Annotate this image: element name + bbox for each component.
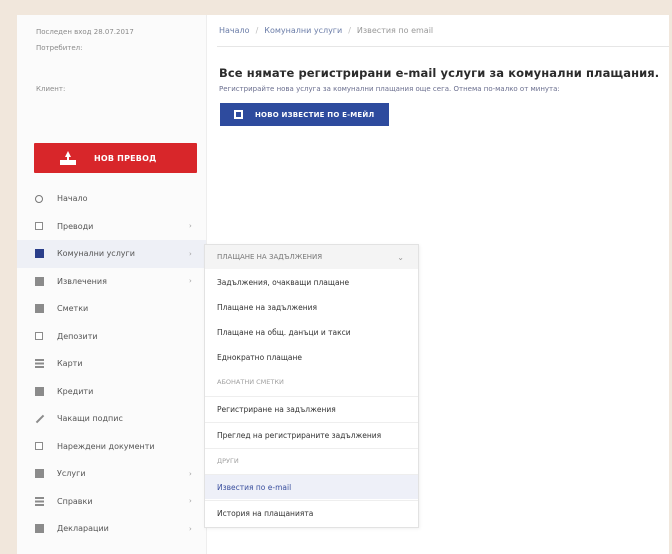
sidebar-item-services[interactable]: Услуги ›: [17, 460, 206, 488]
sidebar-item-home[interactable]: Начало: [17, 185, 206, 213]
client-label: Клиент:: [36, 85, 66, 93]
chevron-down-icon: ⌄: [397, 252, 404, 262]
submenu-section-title: ДРУГИ: [205, 448, 418, 473]
sidebar-item-label: Начало: [57, 194, 88, 204]
chevron-right-icon: ›: [189, 497, 192, 506]
breadcrumb: Начало / Комунални услуги / Известия по …: [219, 26, 433, 35]
submenu-item-label: Регистриране на задължения: [217, 404, 336, 414]
section-title-label: АБОНАТНИ СМЕТКИ: [217, 378, 284, 386]
reports-icon: [35, 496, 44, 506]
home-icon: [35, 194, 43, 203]
header-divider: [217, 46, 669, 47]
sidebar: Последен вход 28.07.2017 Потребител: Кли…: [17, 15, 207, 554]
submenu-item-email-notifications[interactable]: Известия по e-mail: [205, 474, 418, 499]
submenu-item-label: История на плащанията: [217, 508, 314, 518]
deposits-icon: [35, 332, 43, 341]
declarations-icon: [35, 524, 44, 534]
sidebar-item-deposits[interactable]: Депозити: [17, 323, 206, 351]
submenu-item[interactable]: История на плащанията: [205, 500, 418, 525]
submenu-item[interactable]: Задължения, очакващи плащане: [205, 270, 418, 294]
sidebar-item-label: Справки: [57, 496, 93, 506]
chevron-right-icon: ›: [189, 277, 192, 286]
sidebar-item-label: Комунални услуги: [57, 249, 135, 259]
sidebar-item-pending-signature[interactable]: Чакащи подпис: [17, 405, 206, 433]
sidebar-item-label: Карти: [57, 359, 83, 369]
loans-icon: [35, 386, 44, 396]
section-title-label: ДРУГИ: [217, 457, 239, 465]
chevron-right-icon: ›: [189, 469, 192, 478]
sidebar-item-label: Депозити: [57, 331, 98, 341]
sidebar-item-loans[interactable]: Кредити: [17, 378, 206, 406]
submenu-category-label: ПЛАЩАНЕ НА ЗАДЪЛЖЕНИЯ: [217, 253, 323, 261]
sidebar-item-label: Нареждени документи: [57, 441, 155, 451]
sidebar-item-label: Декларации: [57, 524, 109, 534]
submenu-category-select[interactable]: ПЛАЩАНЕ НА ЗАДЪЛЖЕНИЯ ⌄: [205, 245, 418, 269]
chevron-right-icon: ›: [189, 222, 192, 231]
submenu-item[interactable]: Плащане на задължения: [205, 295, 418, 319]
sidebar-item-declarations[interactable]: Декларации ›: [17, 515, 206, 543]
statements-icon: [35, 276, 44, 286]
user-label: Потребител:: [36, 44, 83, 52]
utilities-icon: [35, 249, 44, 259]
sidebar-item-transfers[interactable]: Преводи ›: [17, 213, 206, 241]
submenu-item[interactable]: Плащане на общ. данъци и такси: [205, 320, 418, 344]
submenu-item-label: Преглед на регистрираните задължения: [217, 430, 382, 440]
breadcrumb-home-link[interactable]: Начало: [219, 26, 250, 35]
chevron-right-icon: ›: [189, 524, 192, 533]
utilities-submenu: ПЛАЩАНЕ НА ЗАДЪЛЖЕНИЯ ⌄ Задължения, очак…: [204, 244, 419, 528]
app-window: Последен вход 28.07.2017 Потребител: Кли…: [17, 15, 669, 554]
add-icon: [234, 110, 243, 119]
sidebar-item-label: Сметки: [57, 304, 89, 314]
submenu-item-label: Плащане на общ. данъци и такси: [217, 327, 351, 337]
sidebar-item-label: Кредити: [57, 386, 94, 396]
breadcrumb-current: Известия по email: [356, 26, 434, 35]
new-transfer-label: НОВ ПРЕВОД: [94, 153, 157, 163]
submenu-section-title: АБОНАТНИ СМЕТКИ: [205, 370, 418, 394]
sidebar-item-documents[interactable]: Нареждени документи: [17, 433, 206, 461]
page-heading: Все нямате регистрирани e-mail услуги за…: [219, 66, 660, 80]
last-login-text: Последен вход 28.07.2017: [36, 28, 134, 36]
transfers-icon: [35, 222, 43, 231]
sidebar-menu: Начало Преводи › Комунални услуги › Извл…: [17, 185, 206, 543]
submenu-item[interactable]: Регистриране на задължения: [205, 396, 418, 421]
sidebar-item-cards[interactable]: Карти: [17, 350, 206, 378]
button-label: НОВО ИЗВЕСТИЕ ПО Е-МЕЙЛ: [255, 110, 375, 119]
submenu-item-label: Еднократно плащане: [217, 352, 303, 362]
submenu-item[interactable]: Еднократно плащане: [205, 345, 418, 369]
chevron-right-icon: ›: [189, 249, 192, 258]
new-email-notification-button[interactable]: НОВО ИЗВЕСТИЕ ПО Е-МЕЙЛ: [220, 103, 389, 126]
sidebar-item-statements[interactable]: Извлечения ›: [17, 268, 206, 296]
sidebar-item-utilities[interactable]: Комунални услуги ›: [17, 240, 206, 268]
breadcrumb-separator: /: [348, 26, 351, 35]
new-transfer-button[interactable]: НОВ ПРЕВОД: [34, 143, 197, 173]
services-icon: [35, 469, 44, 479]
submenu-item[interactable]: Преглед на регистрираните задължения: [205, 422, 418, 447]
breadcrumb-separator: /: [255, 26, 259, 35]
sidebar-item-label: Преводи: [57, 221, 94, 231]
accounts-icon: [35, 304, 44, 314]
breadcrumb-utilities-link[interactable]: Комунални услуги: [264, 26, 342, 35]
submenu-item-label: Известия по e-mail: [217, 482, 292, 492]
sidebar-item-accounts[interactable]: Сметки: [17, 295, 206, 323]
sidebar-item-reports[interactable]: Справки ›: [17, 488, 206, 516]
submenu-item-label: Плащане на задължения: [217, 302, 317, 312]
sidebar-item-label: Чакащи подпис: [57, 414, 123, 424]
sidebar-item-label: Услуги: [57, 469, 86, 479]
cards-icon: [35, 359, 44, 369]
documents-icon: [35, 442, 43, 451]
page-subtext: Регистрирайте нова услуга за комунални п…: [219, 85, 560, 93]
submenu-item-label: Задължения, очакващи плащане: [217, 277, 350, 287]
pen-icon: [35, 414, 45, 424]
upload-icon: [60, 151, 76, 165]
sidebar-item-label: Извлечения: [57, 276, 107, 286]
